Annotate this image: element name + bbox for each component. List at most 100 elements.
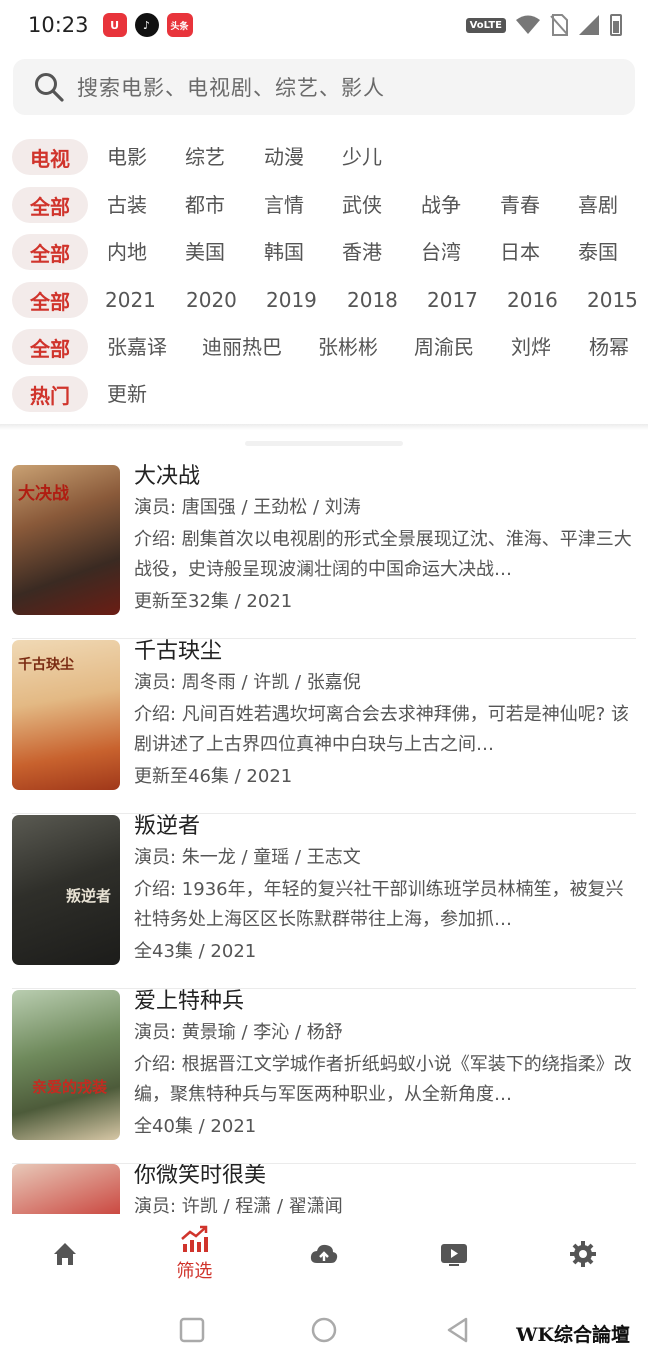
- poster-title-text: 叛逆者: [66, 887, 112, 905]
- filter-option[interactable]: 台湾: [421, 233, 461, 271]
- poster-title-text: 亲爱的戎装: [32, 1078, 108, 1096]
- app-red-icon: U: [102, 13, 127, 37]
- poster-title-text: 千古玦尘: [18, 657, 74, 673]
- filter-option[interactable]: 内地: [107, 233, 147, 271]
- item-title: 大决战: [134, 464, 201, 489]
- filter-option[interactable]: 动漫: [264, 138, 304, 176]
- item-title: 爱上特种兵: [134, 989, 245, 1014]
- gear-icon: [570, 1241, 597, 1267]
- filter-selected-pill[interactable]: 全部: [12, 329, 88, 365]
- filter-option[interactable]: 更新: [107, 375, 147, 413]
- nav-filter[interactable]: 筛选: [130, 1214, 260, 1294]
- list-item[interactable]: 千古玦尘 千古玦尘 演员: 周冬雨 / 许凯 / 张嘉倪 介绍: 凡间百姓若遇坎…: [12, 639, 636, 814]
- filter-option[interactable]: 2015: [587, 281, 638, 319]
- item-cast: 演员: 周冬雨 / 许凯 / 张嘉倪: [134, 672, 361, 693]
- no-sim-icon: [550, 14, 568, 36]
- item-cast: 演员: 黄景瑜 / 李沁 / 杨舒: [134, 1022, 343, 1043]
- item-title: 你微笑时很美: [134, 1164, 267, 1188]
- signal-icon: [579, 15, 599, 35]
- item-title: 千古玦尘: [134, 639, 223, 664]
- filter-selected-pill[interactable]: 全部: [12, 187, 88, 223]
- filter-row-year: 全部 2021 2020 2019 2018 2017 2016 2015: [12, 281, 638, 319]
- filter-selected-pill[interactable]: 电视: [12, 139, 88, 175]
- nav-video[interactable]: [389, 1214, 519, 1294]
- list-item[interactable]: 叛逆者 叛逆者 演员: 朱一龙 / 童瑶 / 王志文 介绍: 1936年，年轻的…: [12, 814, 636, 989]
- filter-option[interactable]: 刘烨: [511, 328, 551, 366]
- back-triangle-icon[interactable]: [444, 1316, 472, 1344]
- poster-image: [12, 1164, 120, 1214]
- filter-option[interactable]: 日本: [500, 233, 540, 271]
- filter-option[interactable]: 香港: [342, 233, 382, 271]
- filter-option[interactable]: 综艺: [185, 138, 225, 176]
- status-bar: 10:23 U ♪ 头条 VoLTE: [0, 0, 648, 50]
- poster-image: 亲爱的戎装: [12, 990, 120, 1140]
- status-indicators: VoLTE: [465, 14, 622, 36]
- filter-option[interactable]: 2020: [186, 281, 237, 319]
- home-circle-icon[interactable]: [310, 1316, 338, 1344]
- item-info: 你微笑时很美 演员: 许凯 / 程潇 / 翟潇闻: [134, 1164, 636, 1214]
- item-info: 叛逆者 演员: 朱一龙 / 童瑶 / 王志文 介绍: 1936年，年轻的复兴社干…: [134, 811, 636, 967]
- filter-option[interactable]: 少儿: [342, 138, 382, 176]
- poster-image: 叛逆者: [12, 815, 120, 965]
- filter-row-category: 电视 电影 综艺 动漫 少儿: [12, 138, 382, 176]
- filter-option[interactable]: 张彬彬: [318, 328, 378, 366]
- item-episode-year: 更新至46集 / 2021: [134, 766, 293, 787]
- filter-selected-pill[interactable]: 全部: [12, 282, 88, 318]
- item-cast: 演员: 唐国强 / 王劲松 / 刘涛: [134, 497, 361, 518]
- filter-option[interactable]: 张嘉译: [107, 328, 167, 366]
- filter-option[interactable]: 美国: [185, 233, 225, 271]
- search-icon: [35, 73, 64, 102]
- filter-option[interactable]: 2017: [427, 281, 478, 319]
- nav-cloud[interactable]: [259, 1214, 389, 1294]
- list-item[interactable]: 你微笑时很美 演员: 许凯 / 程潇 / 翟潇闻: [12, 1164, 636, 1214]
- filter-selected-pill[interactable]: 热门: [12, 376, 88, 412]
- nav-home[interactable]: [0, 1214, 130, 1294]
- home-icon: [53, 1243, 76, 1265]
- tiktok-icon: ♪: [134, 13, 159, 37]
- filter-option[interactable]: 喜剧: [578, 186, 618, 224]
- list-item[interactable]: 大决战 大决战 演员: 唐国强 / 王劲松 / 刘涛 介绍: 剧集首次以电视剧的…: [12, 464, 636, 639]
- filter-row-genre: 全部 古装 都市 言情 武侠 战争 青春 喜剧: [12, 186, 618, 224]
- nav-settings[interactable]: [518, 1214, 648, 1294]
- filter-row-sort: 热门 更新: [12, 375, 147, 413]
- filter-row-region: 全部 内地 美国 韩国 香港 台湾 日本 泰国: [12, 233, 618, 271]
- scroll-handle[interactable]: [245, 441, 403, 446]
- filter-option[interactable]: 泰国: [578, 233, 618, 271]
- search-input[interactable]: 搜索电影、电视剧、综艺、影人: [13, 59, 635, 115]
- status-app-icons: U ♪ 头条: [102, 13, 193, 37]
- item-episode-year: 更新至32集 / 2021: [134, 591, 293, 612]
- filter-option[interactable]: 2019: [266, 281, 317, 319]
- filter-option[interactable]: 2016: [507, 281, 558, 319]
- filter-option[interactable]: 杨幂: [589, 328, 629, 366]
- filter-option[interactable]: 2018: [347, 281, 398, 319]
- filter-option[interactable]: 迪丽热巴: [202, 328, 282, 366]
- filter-selected-pill[interactable]: 全部: [12, 234, 88, 270]
- poster-image: 大决战: [12, 465, 120, 615]
- video-play-icon: [440, 1244, 467, 1266]
- filter-option[interactable]: 青春: [500, 186, 540, 224]
- filter-option[interactable]: 古装: [107, 186, 147, 224]
- filter-option[interactable]: 周渝民: [414, 328, 474, 366]
- filter-option[interactable]: 战争: [421, 186, 461, 224]
- recents-square-icon[interactable]: [178, 1316, 206, 1344]
- filter-option[interactable]: 都市: [185, 186, 225, 224]
- list-item[interactable]: 亲爱的戎装 爱上特种兵 演员: 黄景瑜 / 李沁 / 杨舒 介绍: 根据晋江文学…: [12, 989, 636, 1164]
- item-cast: 演员: 许凯 / 程潇 / 翟潇闻: [134, 1196, 343, 1214]
- filter-option[interactable]: 电影: [107, 138, 147, 176]
- item-description: 介绍: 根据晋江文学城作者折纸蚂蚁小说《军装下的绕指柔》改编，聚焦特种兵与军医两…: [134, 1054, 632, 1105]
- item-description: 介绍: 1936年，年轻的复兴社干部训练班学员林楠笙，被复兴社特务处上海区区长陈…: [134, 879, 624, 930]
- filter-option[interactable]: 武侠: [342, 186, 382, 224]
- filter-option[interactable]: 言情: [264, 186, 304, 224]
- item-episode-year: 全40集 / 2021: [134, 1116, 257, 1137]
- item-info: 大决战 演员: 唐国强 / 王劲松 / 刘涛 介绍: 剧集首次以电视剧的形式全景…: [134, 461, 636, 617]
- trend-chart-icon: [181, 1225, 209, 1252]
- filter-row-actor: 全部 张嘉译 迪丽热巴 张彬彬 周渝民 刘烨 杨幂: [12, 328, 629, 366]
- filter-option[interactable]: 2021: [105, 281, 156, 319]
- cloud-upload-icon: [310, 1244, 338, 1263]
- bottom-nav: 筛选: [0, 1214, 648, 1294]
- status-time: 10:23: [28, 13, 89, 37]
- item-cast: 演员: 朱一龙 / 童瑶 / 王志文: [134, 847, 361, 868]
- filter-option[interactable]: 韩国: [264, 233, 304, 271]
- filter-divider: [0, 424, 648, 430]
- toutiao-icon: 头条: [166, 13, 193, 37]
